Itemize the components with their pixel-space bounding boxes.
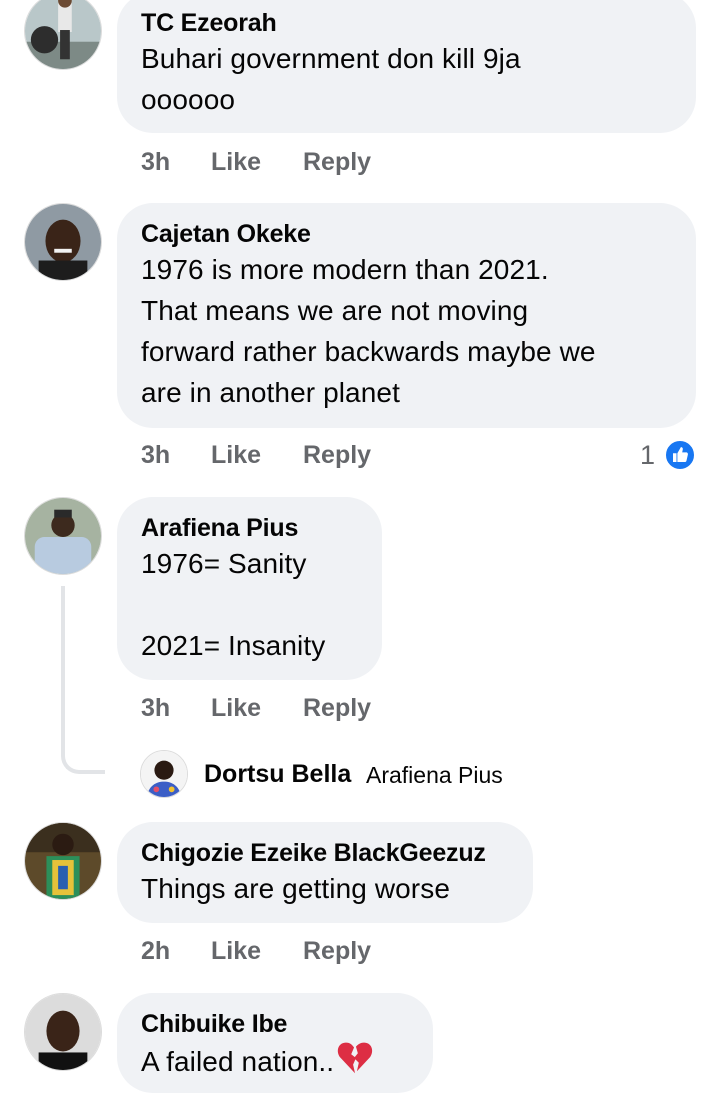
comment-text-row: A failed nation..	[141, 1039, 409, 1088]
reply-button[interactable]: Reply	[303, 934, 371, 968]
like-button[interactable]: Like	[211, 691, 261, 725]
comment-author[interactable]: Chibuike Ibe	[141, 1009, 409, 1039]
comment-author[interactable]: Cajetan Okeke	[141, 219, 672, 249]
comment-text: Buhari government don kill 9ja oooooo	[141, 43, 521, 115]
comment-time: 3h	[141, 148, 171, 176]
reply-button[interactable]: Reply	[303, 145, 371, 179]
broken-heart-icon	[336, 1039, 374, 1088]
reaction-count: 1	[640, 440, 656, 470]
comment-bubble: TC Ezeorah Buhari government don kill 9j…	[117, 0, 696, 133]
reply-mention[interactable]: Arafiena Pius	[366, 762, 503, 789]
comment-bubble: Arafiena Pius 1976= Sanity 2021= Insanit…	[117, 497, 382, 680]
like-button[interactable]: Like	[211, 934, 261, 968]
comment-time: 3h	[141, 694, 171, 722]
comment-bubble: Cajetan Okeke 1976 is more modern than 2…	[117, 203, 696, 428]
comment-text: 1976 is more modern than 2021. That mean…	[141, 254, 596, 408]
comment-author[interactable]: Chigozie Ezeike BlackGeezuz	[141, 838, 509, 868]
comment-author[interactable]: TC Ezeorah	[141, 8, 672, 38]
comment-text: 1976= Sanity 2021= Insanity	[141, 548, 326, 661]
comment-text: Things are getting worse	[141, 873, 451, 904]
avatar[interactable]	[24, 497, 102, 575]
reply-button[interactable]: Reply	[303, 691, 371, 725]
comment-bubble: Chibuike Ibe A failed nation..	[117, 993, 433, 1093]
avatar	[140, 750, 188, 798]
comment-time: 2h	[141, 937, 171, 965]
avatar[interactable]	[24, 0, 102, 70]
comment-text: A failed nation..	[141, 1046, 335, 1077]
like-button[interactable]: Like	[211, 438, 261, 472]
avatar[interactable]	[24, 822, 102, 900]
like-button[interactable]: Like	[211, 145, 261, 179]
reply-author[interactable]: Dortsu Bella	[204, 760, 351, 789]
comment-time: 3h	[141, 441, 171, 469]
comment-bubble: Chigozie Ezeike BlackGeezuz Things are g…	[117, 822, 533, 923]
avatar[interactable]	[24, 203, 102, 281]
reply-thread-line	[61, 586, 105, 774]
reply-button[interactable]: Reply	[303, 438, 371, 472]
comment-author[interactable]: Arafiena Pius	[141, 513, 358, 543]
avatar[interactable]	[24, 993, 102, 1071]
thumbs-up-icon	[664, 439, 696, 471]
